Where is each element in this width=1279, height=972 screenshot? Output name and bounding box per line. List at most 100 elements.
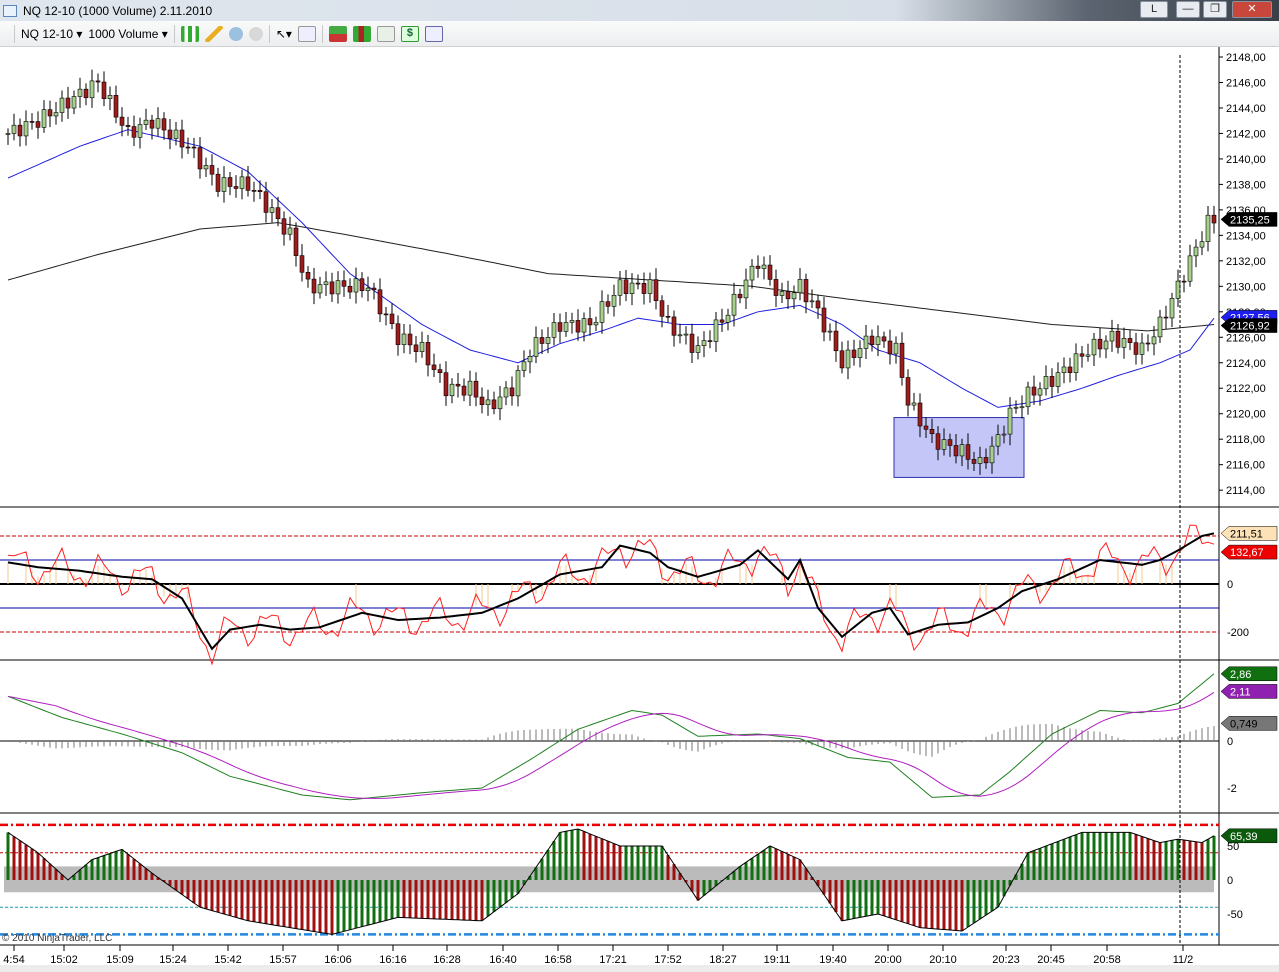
candle <box>533 337 539 357</box>
link-button[interactable]: L <box>1140 1 1168 18</box>
interval-selector[interactable]: 1000 Volume ▾ <box>88 27 167 41</box>
candle <box>551 322 557 338</box>
candle <box>731 293 737 316</box>
candle <box>41 109 47 128</box>
candle <box>1133 342 1139 355</box>
candle <box>1097 338 1103 350</box>
candle <box>269 207 275 213</box>
candle <box>839 350 845 369</box>
candles-icon[interactable] <box>352 25 371 42</box>
candle <box>851 349 857 358</box>
dollar-icon[interactable]: $ <box>400 25 419 42</box>
candle <box>1019 406 1025 409</box>
y-tick-label: -200 <box>1227 627 1249 639</box>
candle <box>1085 354 1091 357</box>
y-tick-label: 2134,00 <box>1226 230 1266 242</box>
chart-area[interactable]: 2148,00 2146,00 2144,00 2142,00 2140,00 2138,… <box>0 47 1279 972</box>
candle <box>1067 366 1073 373</box>
candle <box>107 95 113 99</box>
candle <box>419 342 425 352</box>
instrument-selector[interactable]: NQ 12-10 ▾ <box>21 27 82 41</box>
candle <box>275 207 281 220</box>
y-tick-label: 2144,00 <box>1226 103 1266 115</box>
candle <box>167 129 173 139</box>
candle <box>647 279 653 294</box>
toolbar-divider <box>321 24 323 43</box>
strategy-icon[interactable] <box>328 25 347 42</box>
x-tick-label: 16:06 <box>324 954 352 966</box>
candle <box>203 165 209 170</box>
candle <box>911 402 917 406</box>
close-button[interactable]: ✕ <box>1232 1 1272 18</box>
candle <box>653 279 659 301</box>
candle <box>893 342 899 355</box>
candle <box>611 295 617 307</box>
window-title: NQ 12-10 (1000 Volume) 2.11.2010 <box>23 3 213 18</box>
candle <box>725 314 731 323</box>
candle <box>527 355 533 363</box>
candle <box>65 97 71 109</box>
candle <box>989 445 995 464</box>
zoom-out-icon[interactable] <box>248 26 263 41</box>
search-icon[interactable] <box>297 25 316 42</box>
candle <box>509 387 515 397</box>
candle <box>767 264 773 280</box>
candle <box>941 439 947 450</box>
candle <box>1073 353 1079 373</box>
pointer-icon[interactable]: ↖▾ <box>276 27 292 41</box>
candle <box>335 280 341 295</box>
candle <box>5 133 11 135</box>
candle <box>863 335 869 349</box>
candle <box>773 279 779 296</box>
y-tick-label: 2130,00 <box>1226 281 1266 293</box>
candle <box>233 186 239 189</box>
fast-moving-average-line <box>7 129 1215 408</box>
minimize-button[interactable]: — <box>1176 1 1200 18</box>
candle <box>959 444 965 457</box>
candle <box>455 383 461 387</box>
x-tick-label: 20:45 <box>1037 954 1065 966</box>
candle <box>239 176 245 189</box>
pencil-draw-icon[interactable] <box>204 25 223 42</box>
candle <box>431 364 437 370</box>
last-price-label: 2135,25 <box>1230 214 1270 226</box>
bar-type-icon[interactable] <box>180 25 199 42</box>
y-tick-label: 2124,00 <box>1226 358 1266 370</box>
candle <box>329 281 335 295</box>
candle <box>89 80 95 99</box>
candle <box>821 307 827 333</box>
candle <box>917 402 923 427</box>
x-tick-label: 20:10 <box>929 954 957 966</box>
candle <box>101 81 107 99</box>
candle <box>995 434 1001 447</box>
candle <box>923 425 929 430</box>
maximize-button[interactable]: ❐ <box>1203 1 1227 18</box>
y-tick-label: 2120,00 <box>1226 409 1266 421</box>
indicators-icon[interactable] <box>376 25 395 42</box>
candle <box>1001 433 1007 436</box>
candle <box>1025 386 1031 408</box>
properties-icon[interactable] <box>424 25 443 42</box>
candle <box>1181 280 1187 283</box>
candle <box>257 190 263 193</box>
toolbar-divider <box>173 24 175 43</box>
candle <box>227 177 233 187</box>
candle <box>569 320 575 323</box>
zoom-in-icon[interactable] <box>228 26 243 41</box>
candle <box>605 301 611 307</box>
candle <box>629 282 635 294</box>
candle <box>935 433 941 450</box>
candle <box>1175 280 1181 299</box>
toolbar: NQ 12-10 ▾ 1000 Volume ▾ ↖▾ $ <box>0 21 1279 47</box>
candle <box>467 380 473 396</box>
cci-fast-line <box>7 524 1215 666</box>
candle <box>125 125 131 127</box>
x-tick-label: 16:16 <box>379 954 407 966</box>
candle <box>755 265 761 269</box>
candle <box>113 95 119 118</box>
interval-label: 1000 Volume <box>88 26 159 41</box>
candle <box>197 147 203 170</box>
candle <box>1043 376 1049 390</box>
candle <box>29 121 35 123</box>
candle <box>557 322 563 332</box>
